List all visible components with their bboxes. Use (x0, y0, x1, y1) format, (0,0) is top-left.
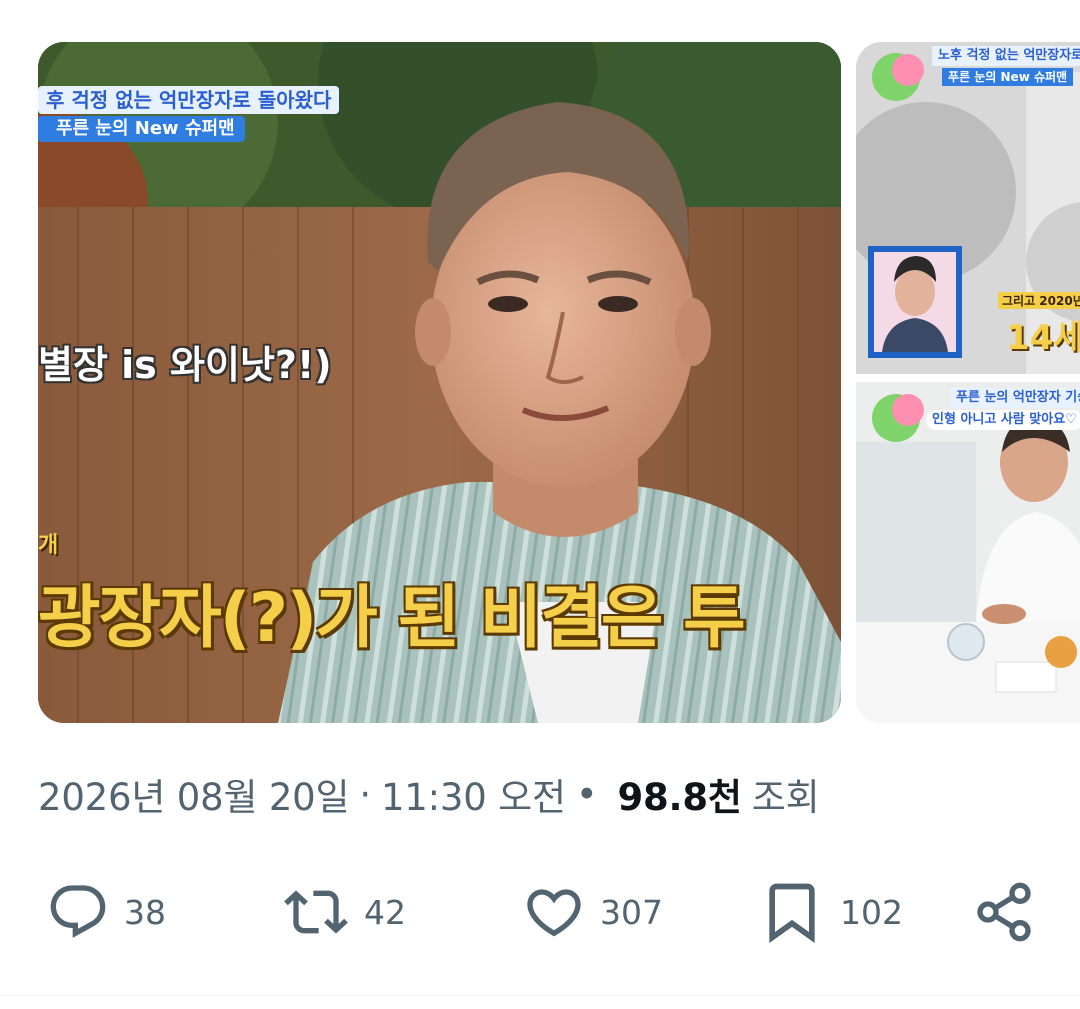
meta-bullet: • (575, 772, 598, 816)
retweet-button[interactable]: 42 (282, 872, 406, 952)
bookmark-icon (758, 878, 826, 946)
photo-side-bottom-illustration (856, 382, 1080, 723)
tweet-meta: 2026년 08월 20일 · 11:30 오전 • 98.8천 조회 (38, 766, 820, 822)
caption-top-2: 푸른 눈의 New 슈퍼맨 (38, 116, 245, 142)
caption-small: 개 (38, 533, 59, 558)
reply-count: 38 (124, 892, 166, 932)
reply-button[interactable]: 38 (46, 872, 166, 952)
caption-top-1: 후 걱정 없는 억만장자로 돌아왔다 (38, 86, 340, 114)
caption-mid: 별장 is 와이낫?!) (38, 343, 332, 387)
tweet-time[interactable]: 11:30 오전 (381, 767, 566, 821)
like-button[interactable]: 307 (522, 872, 663, 952)
media-photo-side-top[interactable]: 노후 걱정 없는 억만장자로 돌 푸른 눈의 New 슈퍼맨 그리고 2020년… (856, 42, 1080, 374)
views-label: 조회 (751, 776, 820, 819)
retweet-icon (282, 880, 350, 944)
media-photo-side-bottom[interactable]: 푸른 눈의 억만장자 기승 인형 아니고 사람 맞아요♡ (856, 382, 1080, 723)
divider (0, 995, 1080, 996)
caption-big: 광장자(?)가 된 비결은 투 (38, 579, 746, 658)
media-photo-main[interactable]: 후 걱정 없는 억만장자로 돌아왔다 푸른 눈의 New 슈퍼맨 별장 is 와… (38, 42, 841, 723)
action-bar: 38 42 307 102 (0, 872, 1080, 952)
side-bottom-caption-1: 푸른 눈의 억만장자 기승 (950, 388, 1080, 408)
meta-separator: · (359, 772, 371, 816)
media-gallery: 후 걱정 없는 억만장자로 돌아왔다 푸른 눈의 New 슈퍼맨 별장 is 와… (0, 0, 1080, 740)
side-bottom-caption-2: 인형 아니고 사람 맞아요♡ (926, 410, 1080, 430)
retweet-count: 42 (364, 892, 406, 932)
share-button[interactable] (972, 872, 1036, 952)
side-top-caption-3: 그리고 2020년 (998, 292, 1080, 309)
tweet-date[interactable]: 2026년 08월 20일 (38, 767, 350, 821)
reply-icon (46, 880, 110, 944)
views-count: 98.8천 (617, 776, 742, 819)
bookmark-button[interactable]: 102 (758, 872, 903, 952)
bookmark-count: 102 (840, 892, 903, 932)
share-icon (972, 880, 1036, 944)
side-top-caption-2: 푸른 눈의 New 슈퍼맨 (942, 68, 1074, 86)
side-top-caption-4: 14세 (1006, 318, 1080, 358)
side-top-caption-1: 노후 걱정 없는 억만장자로 돌 (932, 46, 1080, 66)
heart-icon (522, 880, 586, 944)
like-count: 307 (600, 892, 663, 932)
